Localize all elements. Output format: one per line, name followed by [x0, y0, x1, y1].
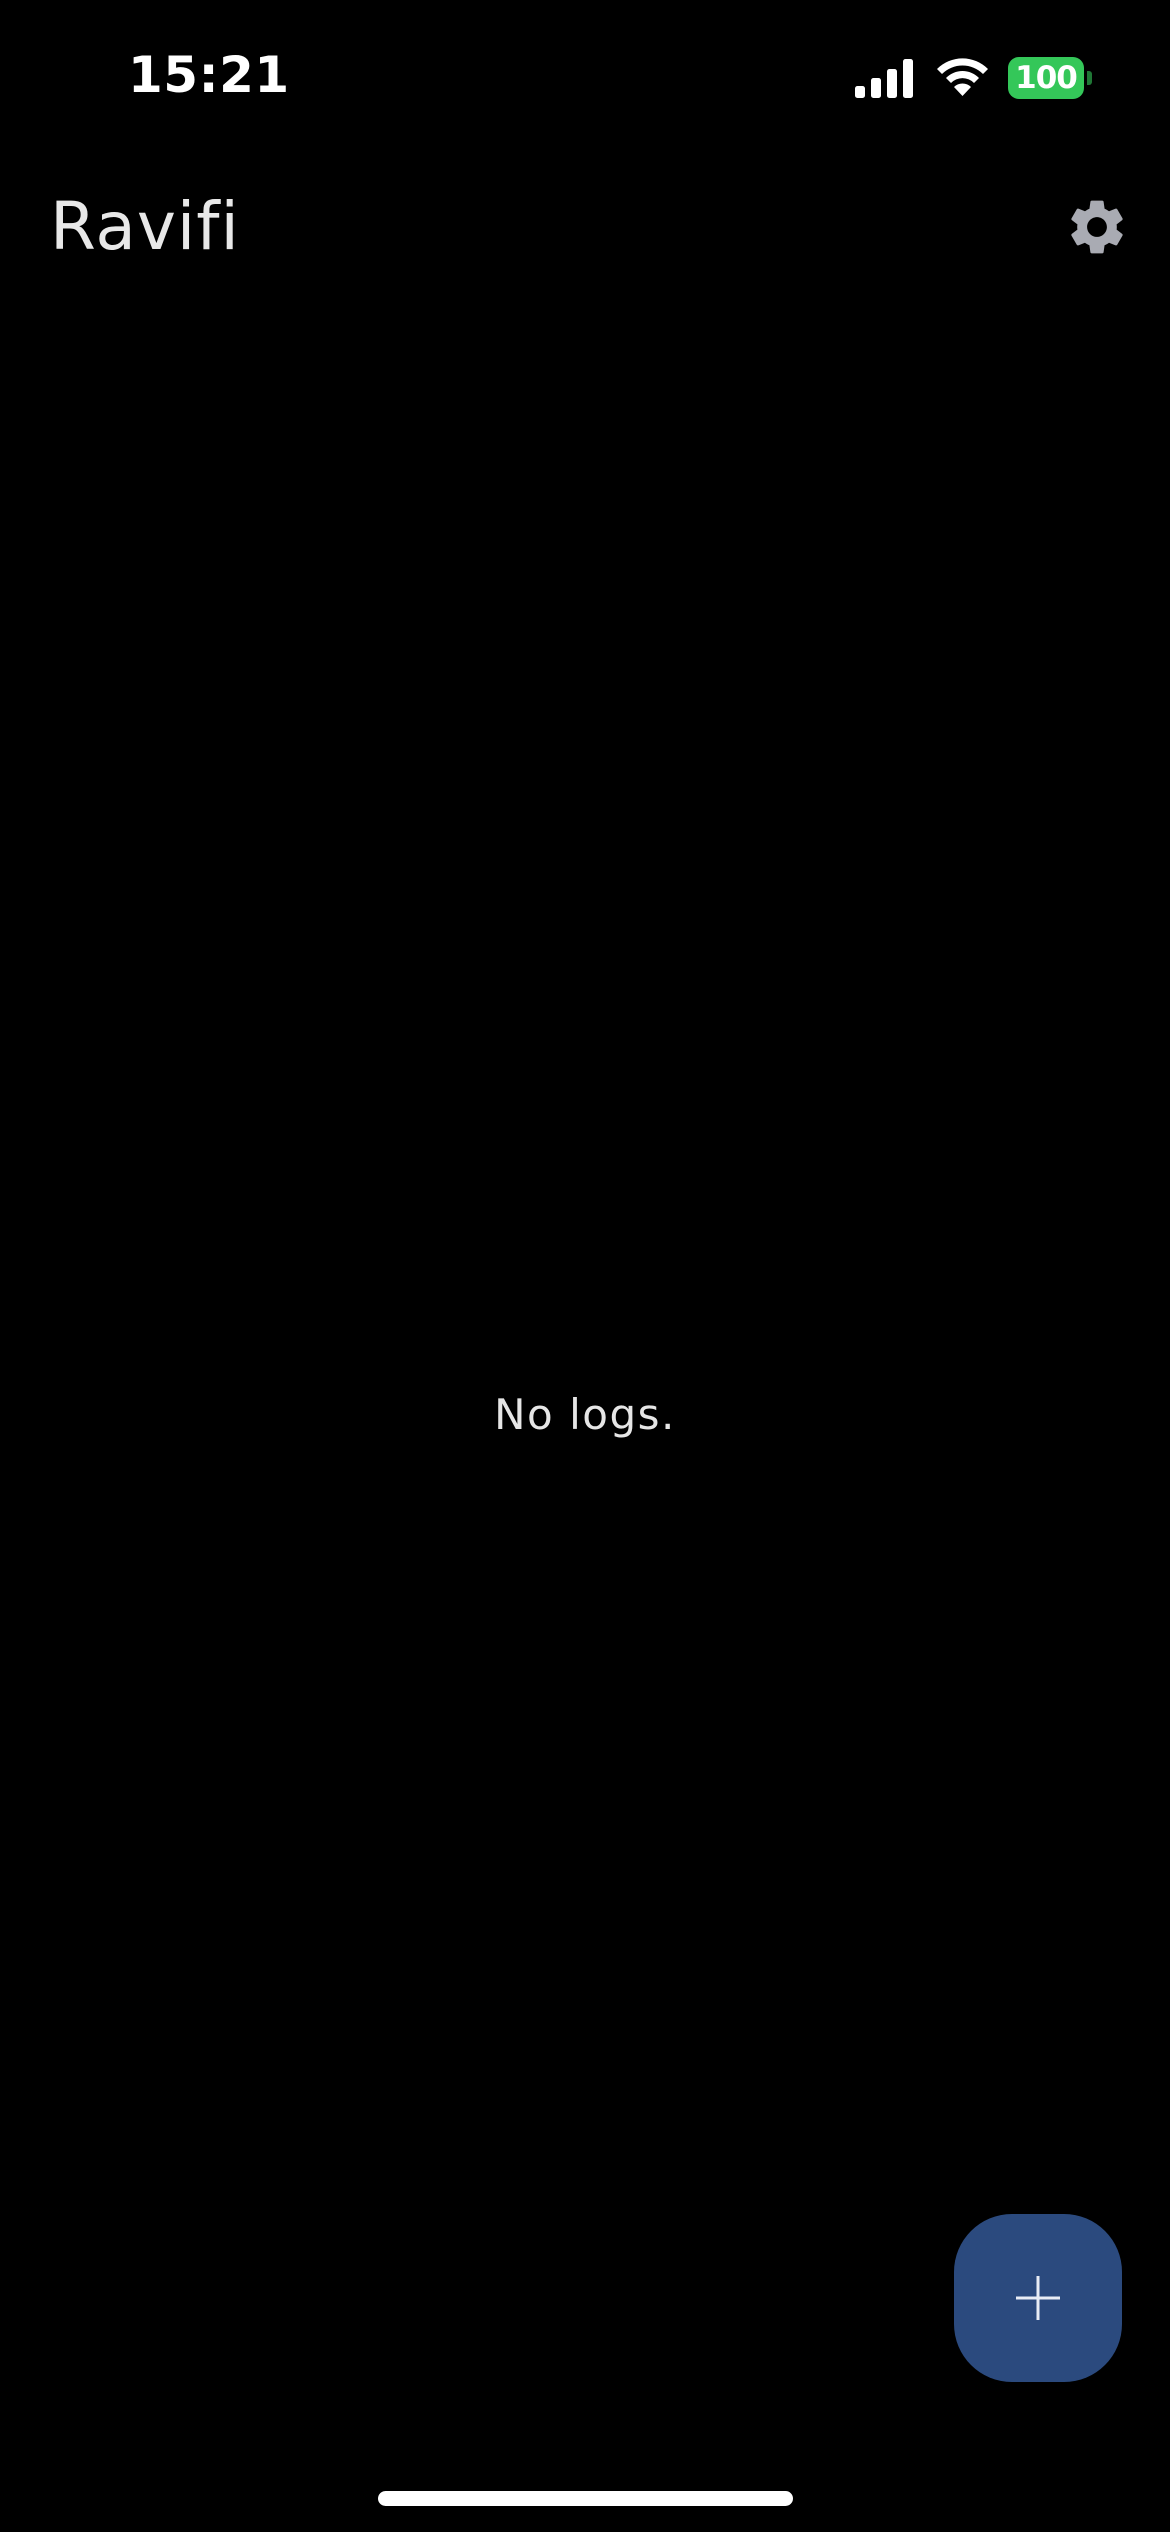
gear-icon — [1071, 200, 1123, 254]
status-time: 15:21 — [128, 46, 290, 104]
signal-icon — [855, 59, 913, 98]
battery-icon: 100 — [1008, 57, 1092, 99]
plus-icon — [1016, 2276, 1060, 2320]
settings-button[interactable] — [1064, 194, 1130, 260]
battery-tip — [1087, 71, 1092, 85]
app-header: Ravifi — [0, 160, 1170, 290]
wifi-icon — [937, 58, 988, 96]
home-indicator[interactable] — [378, 2491, 793, 2506]
status-bar: 15:21 100 — [0, 0, 1170, 150]
battery-level: 100 — [1008, 57, 1084, 99]
add-log-button[interactable] — [954, 2214, 1122, 2382]
empty-logs-message: No logs. — [494, 1390, 676, 1439]
app-title: Ravifi — [50, 188, 240, 265]
